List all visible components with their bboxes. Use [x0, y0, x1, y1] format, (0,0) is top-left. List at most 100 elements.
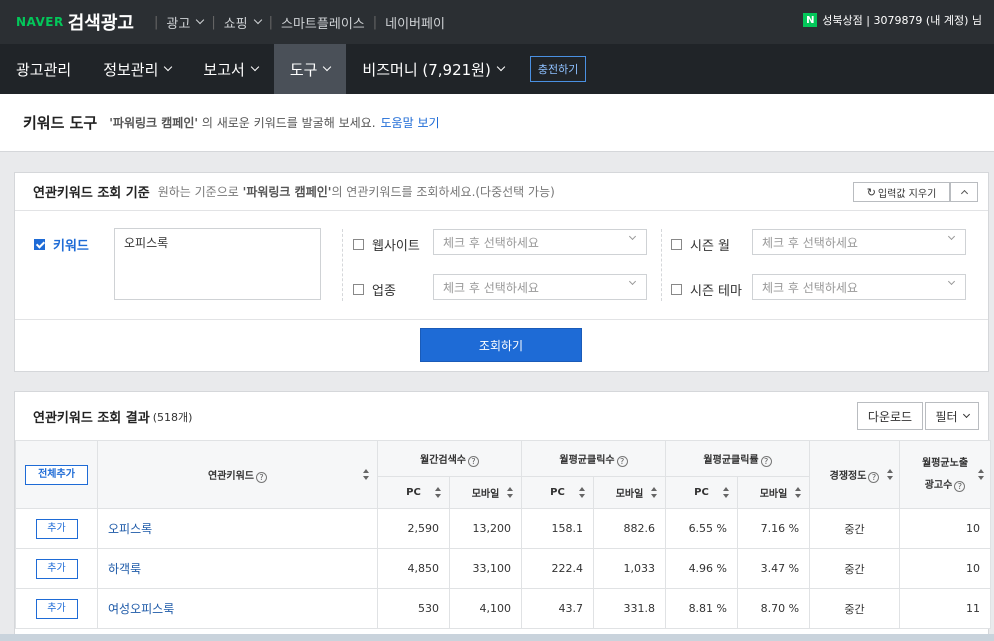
- mobile-ctr-cell: 8.70 %: [737, 588, 811, 629]
- chevron-down-icon: [196, 15, 205, 25]
- pc-clicks-cell: 158.1: [521, 508, 594, 549]
- pc-ctr-cell: 8.81 %: [665, 588, 739, 629]
- website-select[interactable]: 체크 후 선택하세요: [433, 229, 647, 255]
- header-mobile-clicks[interactable]: 모바일: [592, 476, 667, 509]
- filter-button[interactable]: 필터: [925, 402, 979, 430]
- website-checkbox[interactable]: [353, 239, 364, 250]
- divider: |: [268, 14, 274, 30]
- competition-cell: 중간: [809, 508, 901, 549]
- help-icon[interactable]: ?: [954, 480, 966, 492]
- chevron-down-icon: [628, 232, 637, 241]
- header-pc-ctr[interactable]: PC: [665, 476, 739, 509]
- topnav-ads[interactable]: 광고: [166, 13, 205, 32]
- add-keyword-button[interactable]: 추가: [35, 558, 78, 579]
- page-title: 키워드 도구: [23, 114, 98, 132]
- season-month-select[interactable]: 체크 후 선택하세요: [752, 229, 966, 255]
- season-month-label: 시즌 월: [690, 239, 731, 254]
- header-competition[interactable]: 경쟁정도?: [809, 440, 901, 509]
- competition-cell: 중간: [809, 548, 901, 589]
- header-keyword[interactable]: 연관키워드?: [97, 440, 378, 509]
- nav-info-management[interactable]: 정보관리: [87, 44, 187, 94]
- sort-icon[interactable]: [579, 486, 585, 499]
- pc-search-cell: 4,850: [377, 548, 450, 589]
- topnav-shopping[interactable]: 쇼핑: [224, 13, 262, 32]
- charge-button[interactable]: 충전하기: [529, 56, 587, 82]
- season-theme-select[interactable]: 체크 후 선택하세요: [752, 274, 966, 300]
- search-ads-logo[interactable]: 검색광고: [68, 9, 134, 35]
- results-table: 전체추가 연관키워드? 월간검색수? 월평균클릭수? 월평균클릭률? 경쟁정도?…: [15, 440, 992, 629]
- sort-icon[interactable]: [363, 468, 369, 481]
- topnav-naverpay[interactable]: 네이버페이: [385, 13, 445, 32]
- nav-tools[interactable]: 도구: [273, 44, 347, 94]
- add-keyword-button[interactable]: 추가: [35, 518, 78, 539]
- table-row: 추가 오피스록 2,590 13,200 158.1 882.6 6.55 % …: [15, 508, 992, 549]
- download-button[interactable]: 다운로드: [857, 402, 923, 430]
- naver-logo[interactable]: NAVER: [16, 15, 64, 29]
- top-bar: NAVER 검색광고 | 광고 | 쇼핑 | 스마트플레이스 | 네이버페이 N…: [0, 0, 994, 44]
- mobile-search-cell: 4,100: [449, 588, 522, 629]
- search-area: 조회하기: [15, 319, 988, 371]
- header-pc-clicks[interactable]: PC: [521, 476, 594, 509]
- sort-icon[interactable]: [435, 486, 441, 499]
- all-add-header: 전체추가: [15, 440, 98, 509]
- bottom-strip: [0, 634, 994, 641]
- divider: [342, 229, 343, 301]
- pc-clicks-cell: 43.7: [521, 588, 594, 629]
- mobile-clicks-cell: 1,033: [592, 548, 667, 589]
- sort-icon[interactable]: [978, 468, 985, 481]
- account-menu[interactable]: N 성북상점 | 3079879 (내 계정) 님: [803, 12, 982, 28]
- keyword-link[interactable]: 여성오피스룩: [97, 588, 378, 629]
- help-icon[interactable]: ?: [616, 455, 628, 467]
- keyword-checkbox[interactable]: [34, 239, 45, 250]
- main-nav: 광고관리 정보관리 보고서 도구 비즈머니 (7,921원) 충전하기: [0, 44, 994, 94]
- sort-icon[interactable]: [887, 468, 894, 481]
- mobile-ctr-cell: 7.16 %: [737, 508, 811, 549]
- help-icon[interactable]: ?: [868, 471, 880, 483]
- keyword-textarea[interactable]: 오피스록: [114, 228, 321, 300]
- results-panel: 연관키워드 조회 결과 (518개) 다운로드 필터 전체추가 연관키워드? 월…: [14, 391, 992, 641]
- reset-input-button[interactable]: ↻ 입력값 지우기: [853, 182, 950, 202]
- nav-ad-management[interactable]: 광고관리: [0, 44, 87, 94]
- header-mobile-ctr[interactable]: 모바일: [737, 476, 811, 509]
- criteria-panel: 연관키워드 조회 기준 원하는 기준으로 '파워링크 캠페인'의 연관키워드를 …: [14, 172, 989, 372]
- mobile-clicks-cell: 331.8: [592, 588, 667, 629]
- help-icon[interactable]: ?: [468, 455, 479, 467]
- nav-bizmoney[interactable]: 비즈머니 (7,921원): [346, 44, 519, 94]
- industry-checkbox[interactable]: [353, 284, 364, 295]
- competition-cell: 중간: [809, 588, 901, 629]
- nav-reports[interactable]: 보고서: [187, 44, 273, 94]
- topnav-smartplace[interactable]: 스마트플레이스: [281, 13, 365, 32]
- keyword-link[interactable]: 오피스록: [97, 508, 378, 549]
- sort-icon[interactable]: [723, 486, 730, 499]
- help-icon[interactable]: ?: [256, 471, 267, 483]
- naver-n-icon: N: [803, 13, 818, 27]
- ads-count-cell: 10: [899, 508, 992, 549]
- chevron-down-icon: [164, 62, 173, 72]
- season-theme-label: 시즌 테마: [690, 284, 742, 299]
- industry-select[interactable]: 체크 후 선택하세요: [433, 274, 647, 300]
- chevron-down-icon: [947, 277, 956, 286]
- header-avg-ads[interactable]: 월평균노출 광고수?: [899, 440, 992, 509]
- search-button[interactable]: 조회하기: [420, 328, 582, 362]
- add-all-button[interactable]: 전체추가: [25, 464, 88, 485]
- chevron-down-icon: [947, 232, 956, 241]
- sort-icon[interactable]: [507, 486, 513, 499]
- header-pc-search[interactable]: PC: [377, 476, 450, 509]
- sort-icon[interactable]: [795, 486, 802, 499]
- keyword-link[interactable]: 하객룩: [97, 548, 378, 589]
- sort-icon[interactable]: [651, 486, 658, 499]
- header-avg-ctr: 월평균클릭률?: [665, 440, 811, 477]
- keyword-label: 키워드: [53, 239, 89, 254]
- season-theme-checkbox[interactable]: [671, 284, 682, 295]
- mobile-clicks-cell: 882.6: [592, 508, 667, 549]
- collapse-button[interactable]: [950, 182, 978, 202]
- criteria-title: 연관키워드 조회 기준: [33, 186, 150, 201]
- ads-count-cell: 11: [899, 588, 992, 629]
- header-mobile-search[interactable]: 모바일: [449, 476, 522, 509]
- season-month-checkbox[interactable]: [671, 239, 682, 250]
- help-icon[interactable]: ?: [760, 455, 772, 467]
- campaign-name: '파워링크 캠페인': [109, 116, 199, 130]
- add-keyword-button[interactable]: 추가: [35, 598, 78, 619]
- help-link[interactable]: 도움말 보기: [381, 114, 440, 131]
- mobile-search-cell: 33,100: [449, 548, 522, 589]
